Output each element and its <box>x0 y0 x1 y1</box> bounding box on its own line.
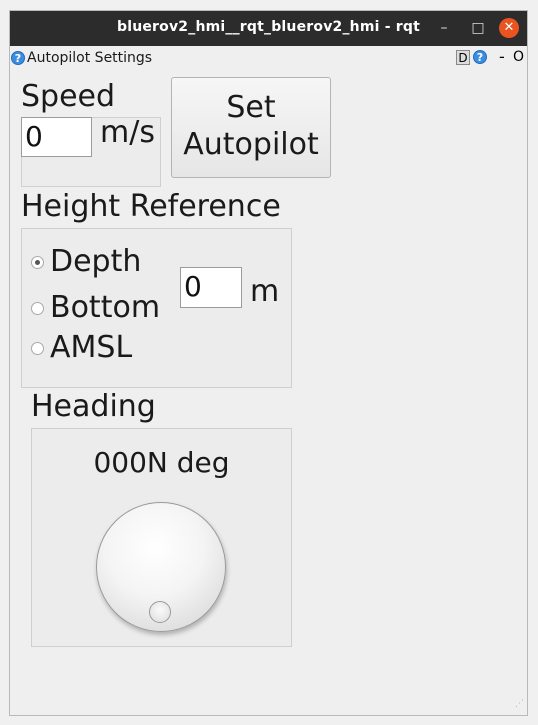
size-grip[interactable]: ⋰ <box>515 700 527 713</box>
minimize-plugin-button[interactable]: - <box>499 47 505 66</box>
plugin-title: Autopilot Settings <box>27 50 153 66</box>
minimize-button[interactable]: – <box>432 17 456 41</box>
set-autopilot-button[interactable]: Set Autopilot <box>171 77 331 178</box>
heading-label: Heading <box>31 389 156 424</box>
close-plugin-button[interactable]: O <box>513 49 524 65</box>
title-bar[interactable]: bluerov2_hmi__rqt_bluerov2_hmi - rqt – □… <box>10 11 527 46</box>
radio-amsl[interactable] <box>31 342 44 355</box>
maximize-button[interactable]: □ <box>466 17 490 41</box>
plugin-help-icon[interactable]: ? <box>473 50 487 64</box>
rqt-window: bluerov2_hmi__rqt_bluerov2_hmi - rqt – □… <box>9 10 528 716</box>
heading-dial[interactable] <box>96 502 226 632</box>
dial-indicator[interactable] <box>149 601 171 623</box>
radio-bottom-label[interactable]: Bottom <box>50 290 160 325</box>
set-autopilot-label-line2: Autopilot <box>183 127 319 162</box>
speed-input[interactable]: 0 <box>21 117 92 157</box>
height-reference-label: Height Reference <box>21 189 281 224</box>
height-input[interactable]: 0 <box>180 267 242 308</box>
radio-depth[interactable] <box>31 256 44 269</box>
plugin-title-bar: ? Autopilot Settings D ? - O <box>10 47 527 69</box>
radio-bottom[interactable] <box>31 302 44 315</box>
dock-toggle-button[interactable]: D <box>456 50 470 65</box>
radio-depth-label[interactable]: Depth <box>50 244 141 279</box>
heading-readout: 000N deg <box>93 446 230 479</box>
speed-unit: m/s <box>100 115 155 150</box>
speed-label: Speed <box>21 79 116 114</box>
radio-amsl-label[interactable]: AMSL <box>50 330 132 365</box>
close-button[interactable]: ✕ <box>499 18 519 38</box>
help-icon[interactable]: ? <box>11 51 25 65</box>
height-unit: m <box>250 274 280 309</box>
set-autopilot-label-line1: Set <box>226 90 276 125</box>
